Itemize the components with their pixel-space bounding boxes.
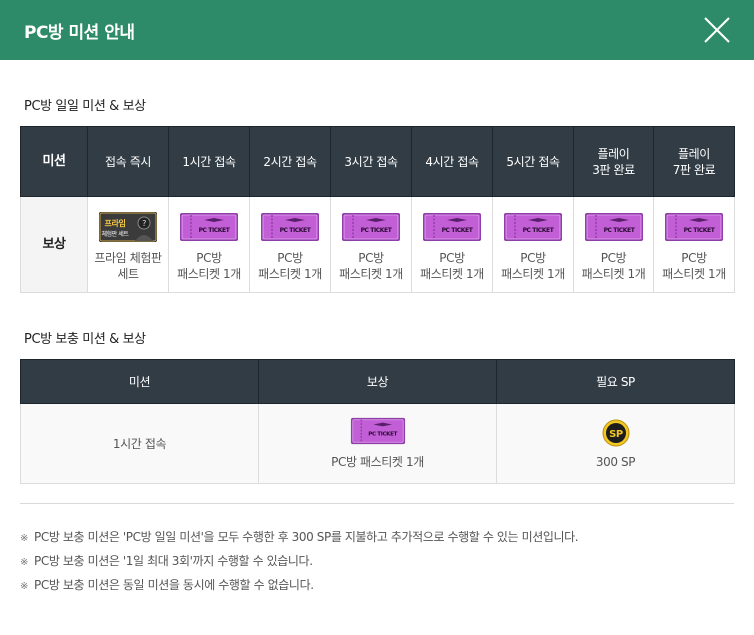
mission-cell: 5시간 접속: [492, 126, 574, 197]
pc-ticket-icon: PC TICKET: [504, 212, 562, 241]
bonus-reward-text: PC방 패스티켓 1개: [331, 455, 424, 469]
bonus-sp-cell: SP 300 SP: [496, 403, 735, 484]
svg-text:PC TICKET: PC TICKET: [442, 227, 474, 234]
prime-trial-set-icon: ? 프라임 체험판 세트: [99, 211, 157, 242]
reward-line2: 세트: [117, 266, 139, 281]
modal-header: PC방 미션 안내: [0, 0, 754, 60]
reward-line2: 패스티켓 1개: [420, 266, 484, 281]
note-mark: ※: [20, 557, 28, 568]
mission-cell: 플레이 7판 완료: [653, 126, 735, 197]
reward-line1: PC방: [600, 250, 627, 265]
reward-line2: 패스티켓 1개: [581, 266, 646, 281]
pc-ticket-icon: PC TICKET: [350, 417, 405, 445]
reward-cell: PC TICKET PC방 패스티켓 1개: [330, 196, 412, 293]
pc-ticket-icon: PC TICKET: [261, 212, 319, 241]
note-item: ※ PC방 보충 미션은 동일 미션을 동시에 수행할 수 없습니다.: [20, 576, 314, 593]
bonus-header-sp: 필요 SP: [496, 359, 735, 404]
reward-cell: ? 프라임 체험판 세트 프라임 체험판 세트: [87, 196, 169, 293]
mission-line2: 7판 완료: [672, 162, 716, 177]
reward-cell: PC TICKET PC방 패스티켓 1개: [168, 196, 250, 293]
reward-cell: PC TICKET PC방 패스티켓 1개: [653, 196, 735, 293]
reward-line1: PC방: [681, 250, 707, 265]
bonus-header-reward: 보상: [258, 359, 497, 404]
bonus-mission-cell: 1시간 접속: [20, 403, 259, 484]
reward-cell: PC TICKET PC방 패스티켓 1개: [249, 196, 331, 293]
reward-cell: PC TICKET PC방 패스티켓 1개: [573, 196, 654, 293]
daily-reward-row: 보상 ? 프라임 체험판 세트 프라임 체험판 세트 PC TICKET PC방…: [20, 196, 735, 293]
reward-cell: PC TICKET PC방 패스티켓 1개: [411, 196, 493, 293]
note-text: PC방 보충 미션은 'PC방 일일 미션'을 모두 수행한 후 300 SP를…: [34, 530, 579, 544]
bonus-reward-cell: PC TICKET PC방 패스티켓 1개: [258, 403, 497, 484]
mission-cell: 3시간 접속: [330, 126, 412, 197]
daily-mission-row: 미션 접속 즉시 1시간 접속 2시간 접속 3시간 접속 4시간 접속 5시간…: [20, 126, 735, 197]
bonus-header-mission: 미션: [20, 359, 259, 404]
svg-text:PC TICKET: PC TICKET: [603, 227, 635, 234]
bonus-row: 1시간 접속 PC TICKET PC방 패스티켓 1개 SP 300 SP: [20, 403, 735, 484]
mission-line1: 플레이: [678, 146, 710, 161]
reward-cell: PC TICKET PC방 패스티켓 1개: [492, 196, 574, 293]
sp-coin-text: SP: [609, 429, 623, 440]
svg-text:PC TICKET: PC TICKET: [280, 227, 312, 234]
note-item: ※ PC방 보충 미션은 'PC방 일일 미션'을 모두 수행한 후 300 SP…: [20, 528, 579, 545]
reward-line1: 프라임 체험판: [94, 250, 162, 265]
reward-line2: 패스티켓 1개: [662, 266, 726, 281]
mission-line1: 플레이: [597, 146, 630, 161]
daily-section-title: PC방 일일 미션 & 보상: [24, 99, 146, 114]
note-item: ※ PC방 보충 미션은 '1일 최대 3회'까지 수행할 수 있습니다.: [20, 552, 313, 569]
mission-cell: 접속 즉시: [87, 126, 169, 197]
pc-ticket-icon: PC TICKET: [665, 212, 723, 241]
reward-line1: PC방: [520, 250, 546, 265]
mission-cell: 1시간 접속: [168, 126, 250, 197]
reward-line2: 패스티켓 1개: [177, 266, 241, 281]
reward-line2: 패스티켓 1개: [339, 266, 403, 281]
reward-line1: PC방: [277, 250, 303, 265]
mission-row-header: 미션: [20, 126, 88, 197]
reward-row-header: 보상: [20, 196, 88, 293]
close-icon[interactable]: [700, 14, 734, 46]
pc-ticket-icon: PC TICKET: [342, 212, 400, 241]
note-text: PC방 보충 미션은 '1일 최대 3회'까지 수행할 수 있습니다.: [34, 554, 313, 568]
pc-ticket-icon: PC TICKET: [423, 212, 481, 241]
reward-line1: PC방: [358, 250, 384, 265]
svg-text:PC TICKET: PC TICKET: [523, 227, 555, 234]
reward-line1: PC방: [196, 250, 222, 265]
pc-ticket-icon: PC TICKET: [180, 212, 238, 241]
bonus-section-title: PC방 보충 미션 & 보상: [24, 332, 146, 347]
daily-mission-table: 미션 접속 즉시 1시간 접속 2시간 접속 3시간 접속 4시간 접속 5시간…: [20, 126, 735, 293]
svg-text:PC TICKET: PC TICKET: [199, 227, 231, 234]
mission-cell: 4시간 접속: [411, 126, 493, 197]
svg-text:PC TICKET: PC TICKET: [361, 227, 393, 234]
prime-subtext: 체험판 세트: [101, 230, 129, 238]
note-text: PC방 보충 미션은 동일 미션을 동시에 수행할 수 없습니다.: [34, 578, 314, 592]
modal-title: PC방 미션 안내: [24, 23, 135, 43]
reward-line1: PC방: [439, 250, 465, 265]
mission-cell: 플레이 3판 완료: [573, 126, 654, 197]
reward-line2: 패스티켓 1개: [501, 266, 565, 281]
svg-text:PC TICKET: PC TICKET: [368, 432, 397, 438]
sp-coin-icon: SP: [602, 419, 629, 446]
prime-text: 프라임: [105, 218, 126, 228]
mission-line2: 3판 완료: [592, 162, 635, 177]
bonus-mission-table: 미션 보상 필요 SP 1시간 접속 PC TICKET PC방 패스티켓 1개…: [20, 359, 735, 484]
divider: [20, 503, 734, 504]
note-mark: ※: [20, 533, 28, 544]
note-mark: ※: [20, 581, 28, 592]
svg-text:PC TICKET: PC TICKET: [684, 227, 716, 234]
mission-cell: 2시간 접속: [249, 126, 331, 197]
svg-text:?: ?: [142, 219, 146, 228]
reward-line2: 패스티켓 1개: [258, 266, 322, 281]
bonus-header-row: 미션 보상 필요 SP: [20, 359, 735, 404]
bonus-sp-text: 300 SP: [595, 454, 636, 469]
pc-ticket-icon: PC TICKET: [584, 212, 643, 241]
